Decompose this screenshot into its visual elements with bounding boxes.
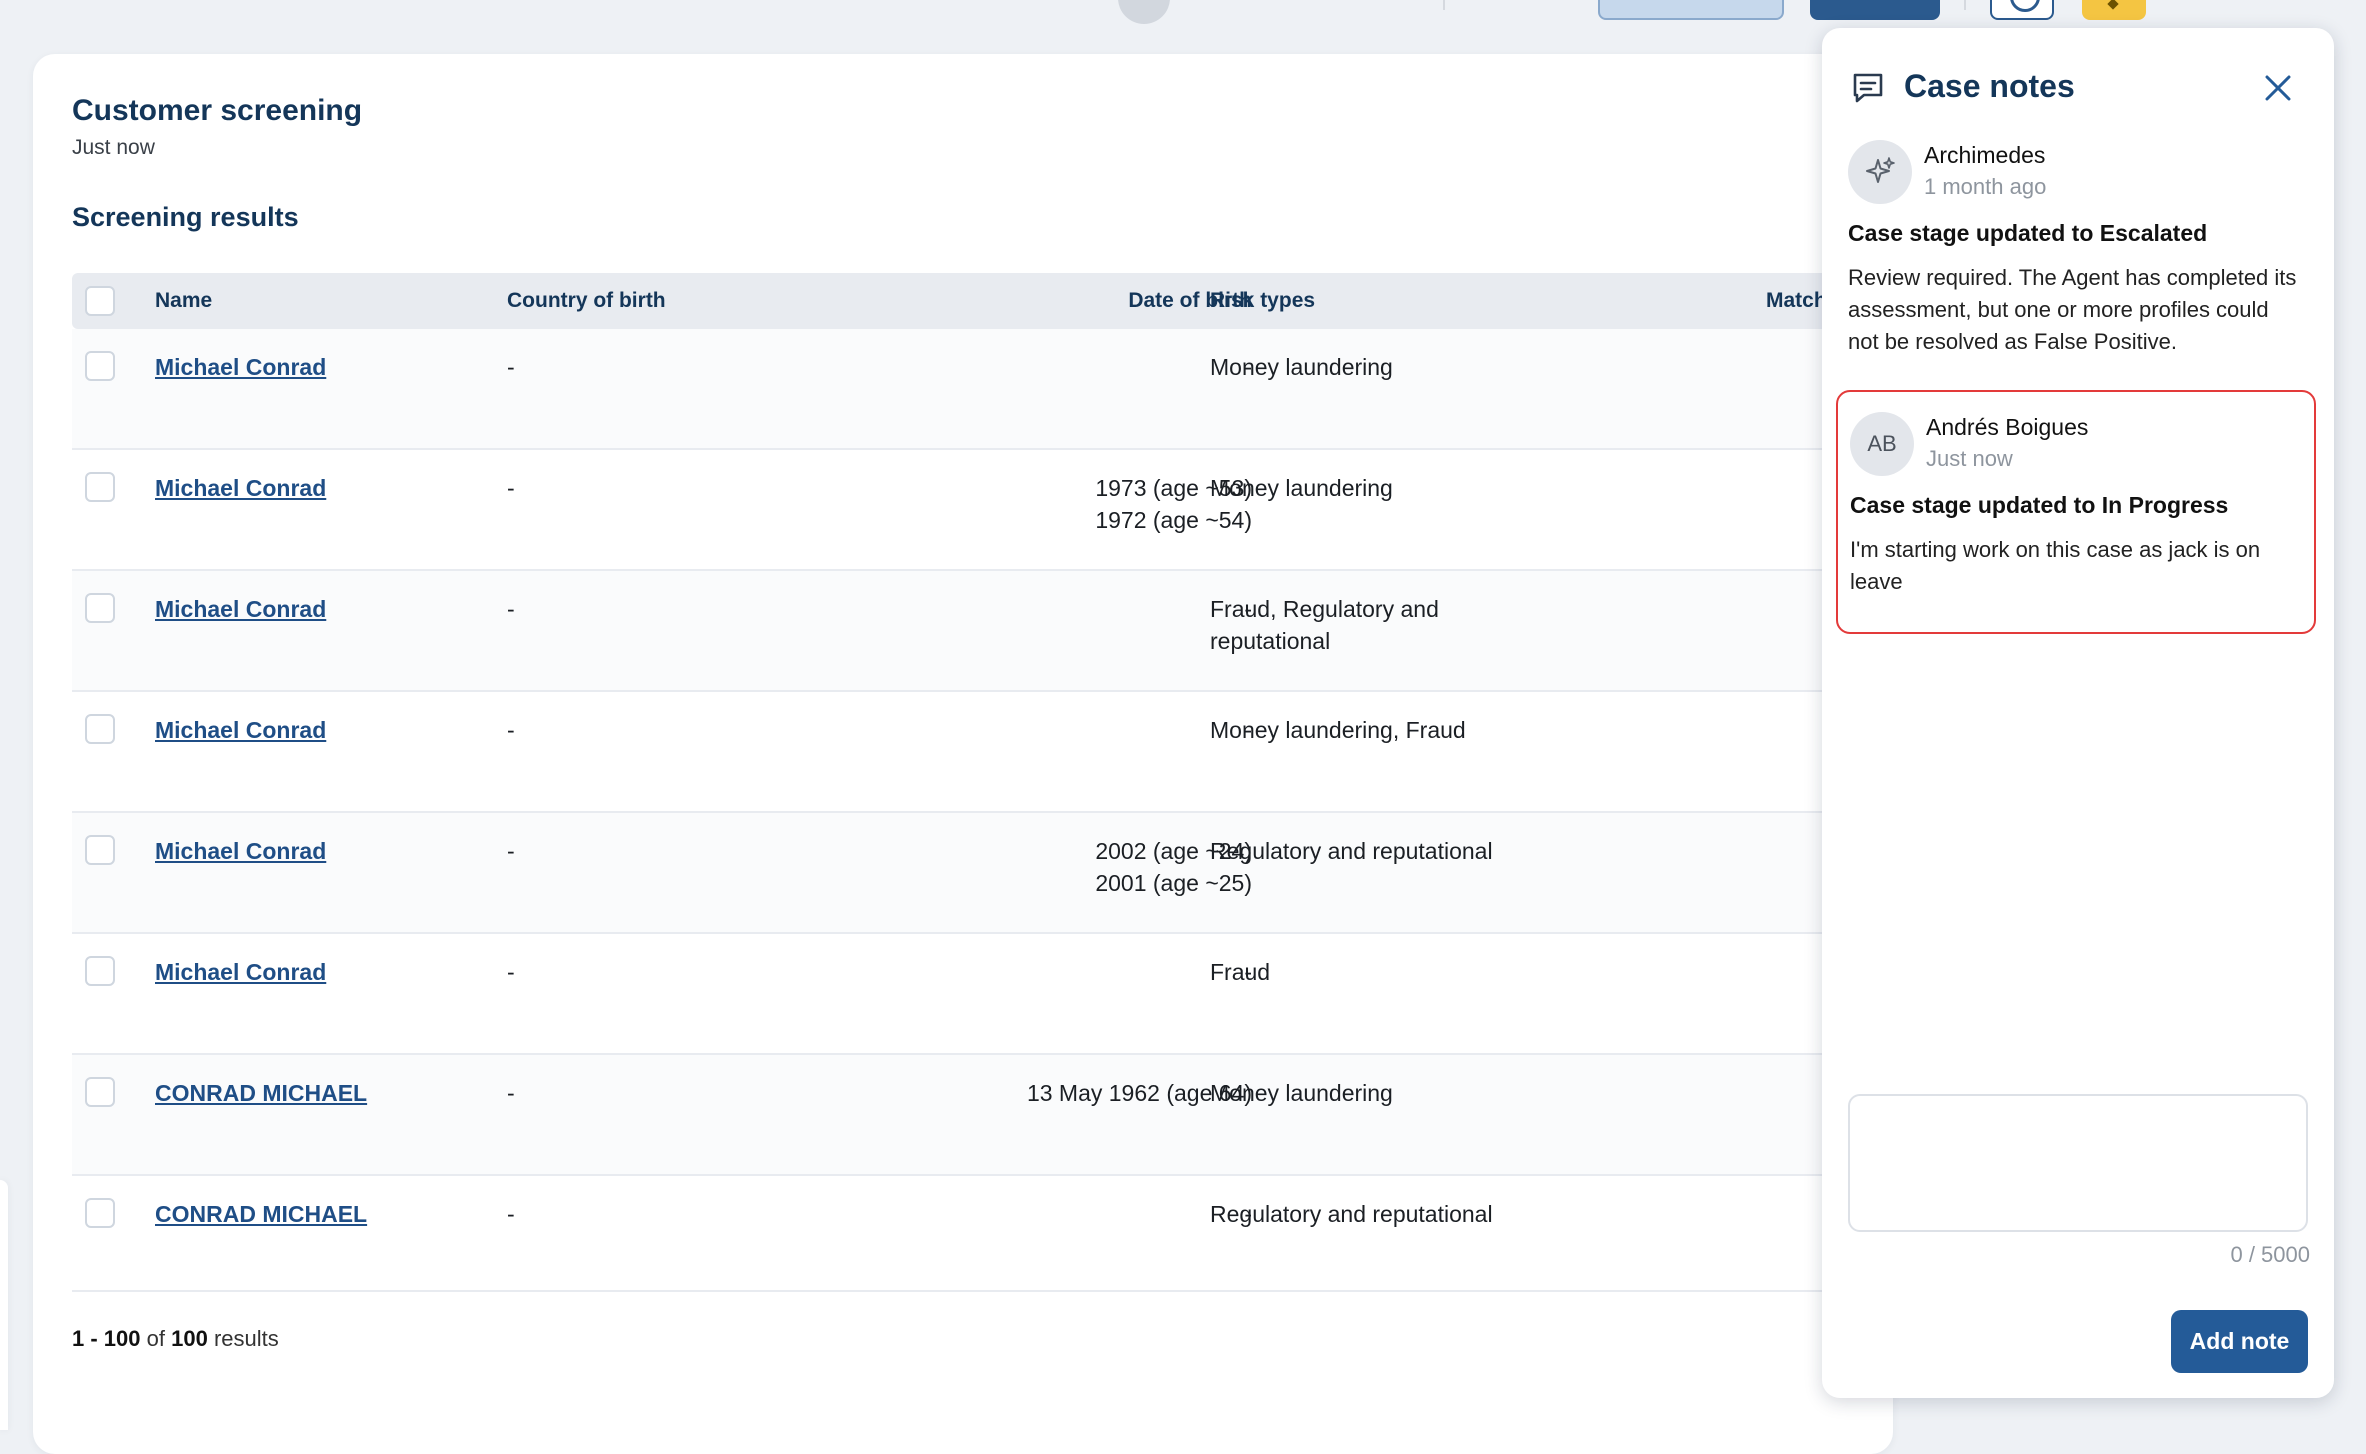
row-checkbox[interactable] (85, 714, 115, 744)
note-timestamp: Just now (1926, 446, 2013, 471)
risk-types: Fraud, Regulatory and reputational (1210, 596, 1439, 654)
header-secondary-button[interactable] (1598, 0, 1784, 20)
close-panel-button[interactable] (2258, 68, 2298, 108)
result-name-link[interactable]: CONRAD MICHAEL (155, 1077, 367, 1109)
pagination-total: 100 (171, 1326, 208, 1351)
note-timestamp: 1 month ago (1924, 174, 2047, 199)
column-header-country[interactable]: Country of birth (507, 289, 666, 313)
note-title: Case stage updated to In Progress (1850, 492, 2229, 518)
row-checkbox[interactable] (85, 472, 115, 502)
risk-types: Money laundering (1210, 475, 1393, 501)
country-of-birth: - (507, 475, 515, 501)
result-name-link[interactable]: Michael Conrad (155, 593, 326, 625)
header-notifications-button[interactable] (2082, 0, 2146, 20)
risk-types: Regulatory and reputational (1210, 1201, 1493, 1227)
country-of-birth: - (507, 838, 515, 864)
table-body: Michael Conrad - - Money laundering Mich… (72, 329, 1832, 1292)
country-of-birth: - (507, 959, 515, 985)
country-of-birth: - (507, 596, 515, 622)
note-body: I'm starting work on this case as jack i… (1850, 537, 2261, 594)
pagination-of: of (146, 1326, 165, 1351)
screening-results-table: Name Country of birth Date of birth Risk… (72, 273, 1832, 1292)
note-author: Andrés Boigues (1926, 414, 2089, 440)
row-checkbox[interactable] (85, 1198, 115, 1228)
country-of-birth: - (507, 1080, 515, 1106)
user-avatar: AB (1850, 412, 1914, 476)
table-row: CONRAD MICHAEL - 13 May 1962 (age 64) Mo… (72, 1055, 1832, 1176)
bell-icon (2107, 0, 2119, 10)
table-row: Michael Conrad - - Money laundering, Fra… (72, 692, 1832, 813)
table-row: Michael Conrad - 2002 (age ~24) 2001 (ag… (72, 813, 1832, 934)
column-header-risk[interactable]: Risk types (1210, 289, 1315, 313)
column-header-match[interactable]: Match (1766, 289, 1827, 313)
header-help-button[interactable] (1990, 0, 2054, 20)
pagination-range: 1 - 100 (72, 1326, 141, 1351)
side-panel-edge (0, 1180, 8, 1430)
column-header-name[interactable]: Name (155, 289, 212, 313)
note-title: Case stage updated to Escalated (1848, 220, 2208, 246)
result-name-link[interactable]: Michael Conrad (155, 351, 326, 383)
note-author: Archimedes (1924, 142, 2046, 168)
agent-avatar (1848, 140, 1912, 204)
case-note-highlighted: AB Andrés Boigues Just now Case stage up… (1836, 390, 2316, 634)
row-checkbox[interactable] (85, 593, 115, 623)
character-counter: 0 / 5000 (2230, 1242, 2310, 1267)
table-row: Michael Conrad - - Fraud (72, 934, 1832, 1055)
pagination-summary: 1 - 100 of 100 results (72, 1326, 279, 1352)
result-name-link[interactable]: CONRAD MICHAEL (155, 1198, 367, 1230)
result-name-link[interactable]: Michael Conrad (155, 956, 326, 988)
risk-types: Money laundering (1210, 354, 1393, 380)
header-divider (1964, 0, 1966, 10)
table-row: Michael Conrad - - Fraud, Regulatory and… (72, 571, 1832, 692)
pagination-suffix: results (213, 1326, 279, 1351)
row-checkbox[interactable] (85, 351, 115, 381)
header-divider (1443, 0, 1445, 10)
table-row: Michael Conrad - 1973 (age ~53) 1972 (ag… (72, 450, 1832, 571)
close-icon (2265, 75, 2291, 101)
risk-types: Regulatory and reputational (1210, 838, 1493, 864)
help-icon (2010, 0, 2040, 12)
page-title: Customer screening (72, 94, 363, 127)
risk-types: Money laundering, Fraud (1210, 717, 1466, 743)
header-primary-button[interactable] (1810, 0, 1940, 20)
result-name-link[interactable]: Michael Conrad (155, 714, 326, 746)
header-avatar[interactable] (1118, 0, 1170, 24)
table-header: Name Country of birth Date of birth Risk… (72, 273, 1832, 329)
note-textarea[interactable] (1848, 1094, 2308, 1232)
row-checkbox[interactable] (85, 956, 115, 986)
country-of-birth: - (507, 1201, 515, 1227)
add-note-button[interactable]: Add note (2171, 1310, 2308, 1373)
row-checkbox[interactable] (85, 835, 115, 865)
select-all-checkbox[interactable] (85, 286, 115, 316)
result-name-link[interactable]: Michael Conrad (155, 835, 326, 867)
table-row: CONRAD MICHAEL - - Regulatory and reputa… (72, 1176, 1832, 1292)
page-subtitle: Just now (72, 136, 155, 159)
case-note: Archimedes 1 month ago Case stage update… (1836, 132, 2316, 382)
table-row: Michael Conrad - - Money laundering (72, 329, 1832, 450)
result-name-link[interactable]: Michael Conrad (155, 472, 326, 504)
comment-icon (1850, 70, 1886, 111)
risk-types: Fraud (1210, 959, 1271, 985)
risk-types: Money laundering (1210, 1080, 1393, 1106)
section-title: Screening results (72, 202, 299, 232)
panel-title: Case notes (1904, 68, 2075, 104)
note-body: Review required. The Agent has completed… (1848, 265, 2297, 354)
sparkle-icon (1866, 157, 1895, 183)
row-checkbox[interactable] (85, 1077, 115, 1107)
country-of-birth: - (507, 717, 515, 743)
country-of-birth: - (507, 354, 515, 380)
